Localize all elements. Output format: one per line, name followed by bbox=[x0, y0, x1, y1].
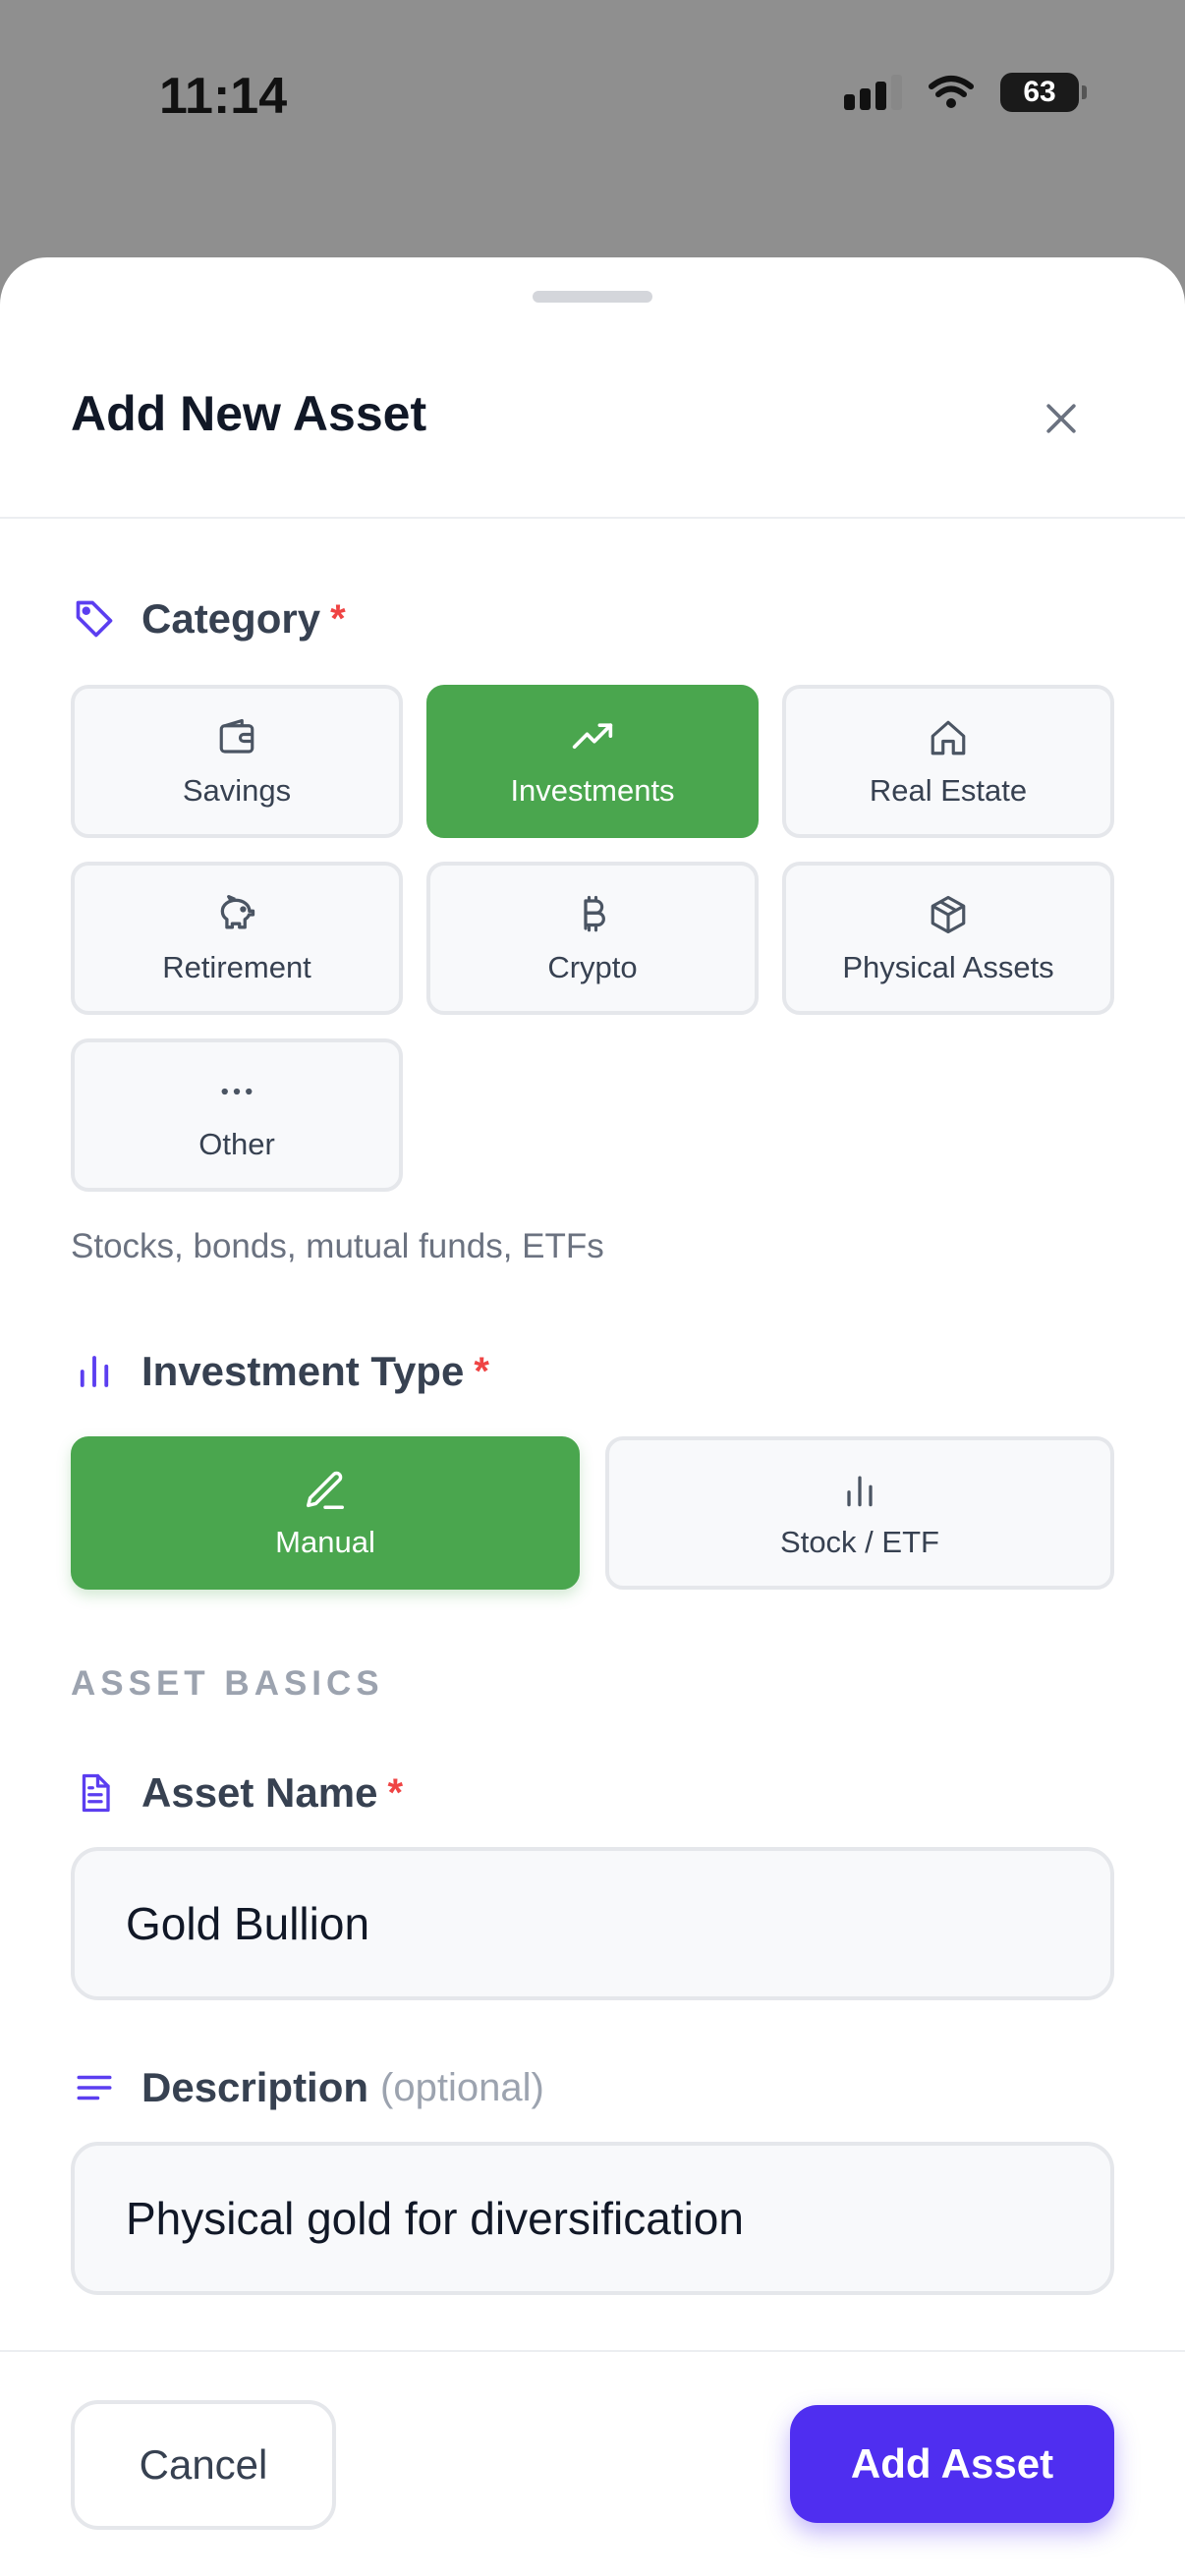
asset-name-label: Asset Name bbox=[141, 1769, 378, 1816]
status-time: 11:14 bbox=[159, 68, 288, 125]
category-label-text: Investments bbox=[510, 773, 675, 808]
file-text-icon bbox=[71, 1769, 118, 1817]
category-crypto[interactable]: Crypto bbox=[426, 862, 759, 1015]
header-divider bbox=[0, 517, 1185, 519]
wallet-icon bbox=[213, 714, 260, 761]
close-icon bbox=[1046, 404, 1076, 433]
tag-icon bbox=[71, 595, 118, 643]
piggy-bank-icon bbox=[213, 891, 260, 938]
description-input[interactable] bbox=[71, 2142, 1114, 2295]
category-label-text: Real Estate bbox=[869, 773, 1028, 808]
add-asset-sheet: Add New Asset Category * Savings Investm… bbox=[0, 257, 1185, 2576]
category-label-text: Physical Assets bbox=[842, 950, 1054, 984]
category-label-row: Category * bbox=[71, 595, 346, 643]
category-investments[interactable]: Investments bbox=[426, 685, 759, 838]
required-mark: * bbox=[387, 1770, 404, 1815]
home-icon bbox=[925, 714, 972, 761]
category-label-text: Savings bbox=[182, 773, 292, 808]
category-retirement[interactable]: Retirement bbox=[71, 862, 403, 1015]
cancel-button[interactable]: Cancel bbox=[71, 2400, 336, 2530]
investment-type-label: Investment Type bbox=[141, 1348, 465, 1394]
category-savings[interactable]: Savings bbox=[71, 685, 403, 838]
sheet-grabber[interactable] bbox=[533, 291, 652, 303]
bar-chart-icon bbox=[71, 1348, 118, 1395]
status-icons: 63 bbox=[844, 73, 1087, 112]
cellular-signal-icon bbox=[844, 75, 902, 110]
bar-chart-icon bbox=[835, 1466, 884, 1515]
investment-type-label-row: Investment Type * bbox=[71, 1348, 489, 1395]
asset-basics-section-title: ASSET BASICS bbox=[71, 1664, 384, 1703]
category-label-text: Retirement bbox=[162, 950, 311, 984]
wifi-icon bbox=[929, 76, 974, 108]
asset-name-label-row: Asset Name * bbox=[71, 1769, 403, 1817]
battery-icon: 63 bbox=[1000, 73, 1087, 112]
package-icon bbox=[925, 891, 972, 938]
optional-mark: (optional) bbox=[380, 2065, 544, 2109]
required-mark: * bbox=[474, 1349, 489, 1393]
investment-type-stock-etf[interactable]: Stock / ETF bbox=[605, 1436, 1114, 1590]
category-other[interactable]: Other bbox=[71, 1038, 403, 1192]
investment-type-manual[interactable]: Manual bbox=[71, 1436, 580, 1590]
category-hint: Stocks, bonds, mutual funds, ETFs bbox=[71, 1227, 604, 1265]
trending-up-icon bbox=[569, 714, 616, 761]
battery-level: 63 bbox=[1023, 76, 1056, 108]
add-asset-button[interactable]: Add Asset bbox=[790, 2405, 1114, 2523]
more-horizontal-icon bbox=[213, 1068, 260, 1115]
investment-type-label-text: Manual bbox=[275, 1525, 375, 1559]
category-physical-assets[interactable]: Physical Assets bbox=[782, 862, 1114, 1015]
sheet-title: Add New Asset bbox=[71, 386, 427, 441]
align-left-icon bbox=[71, 2064, 118, 2111]
bitcoin-icon bbox=[569, 891, 616, 938]
required-mark: * bbox=[330, 596, 346, 641]
asset-name-input[interactable] bbox=[71, 1847, 1114, 2000]
description-label: Description bbox=[141, 2064, 369, 2110]
investment-type-label-text: Stock / ETF bbox=[780, 1525, 939, 1559]
close-button[interactable] bbox=[1028, 385, 1095, 452]
pencil-icon bbox=[301, 1466, 350, 1515]
description-label-row: Description (optional) bbox=[71, 2064, 544, 2111]
status-bar: 11:14 63 bbox=[0, 0, 1185, 196]
footer-divider bbox=[0, 2350, 1185, 2352]
category-label: Category bbox=[141, 595, 321, 642]
category-label-text: Crypto bbox=[547, 950, 638, 984]
category-real-estate[interactable]: Real Estate bbox=[782, 685, 1114, 838]
category-label-text: Other bbox=[198, 1127, 275, 1161]
